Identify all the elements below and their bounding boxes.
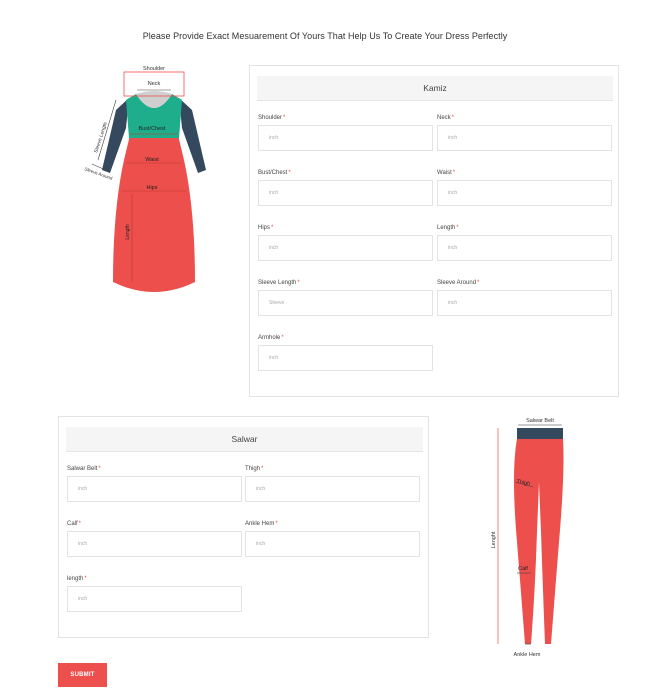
sleeve-around-label: Sleeve Around [437, 280, 477, 286]
label-shoulder: Shoulder [143, 66, 165, 72]
bust-label: Bust/Chest [258, 170, 288, 176]
neck-input[interactable] [437, 125, 612, 151]
field-sleeve-around: Sleeve Around* [437, 280, 612, 316]
field-bust: Bust/Chest* [258, 170, 433, 206]
field-hips: Hips* [258, 225, 433, 261]
waist-label: Waist [437, 170, 452, 176]
salwar-legs [514, 439, 564, 644]
ankle-hem-label: Ankle Hem [245, 521, 275, 527]
salwar-diagram: Salwar Belt Thigh Lenght Calf Ankle Hem [491, 418, 564, 658]
page-heading: Please Provide Exact Mesuarement Of Your… [142, 31, 508, 41]
bust-input[interactable] [258, 180, 433, 206]
shoulder-label: Shoulder [258, 115, 283, 121]
label-waist: Waist [145, 157, 159, 163]
sleeve-length-input[interactable] [258, 290, 433, 316]
label-salwar-belt: Salwar Belt [526, 418, 554, 424]
field-armhole: Armhole* [258, 335, 433, 371]
neck-label: Neck [437, 115, 451, 121]
armhole-input[interactable] [258, 345, 433, 371]
thigh-label: Thigh [245, 466, 261, 472]
salwar-title: Salwar [66, 427, 423, 452]
label-length: Length [125, 224, 131, 240]
label-neck: Neck [148, 81, 161, 87]
length-label: Length [437, 225, 456, 231]
label-hips: Hips [146, 185, 157, 191]
field-waist: Waist* [437, 170, 612, 206]
sleeve-length-label: Sleeve Length [258, 280, 297, 286]
label-bust: Bust/Chest [139, 126, 166, 132]
length-input[interactable] [437, 235, 612, 261]
field-sleeve-length: Sleeve Length* [258, 280, 433, 316]
field-neck: Neck* [437, 115, 612, 151]
field-salwar-belt: Salwar Belt* [67, 466, 242, 502]
waist-input[interactable] [437, 180, 612, 206]
kamiz-panel: Kamiz Shoulder* Neck* Bust/Chest* Waist*… [249, 65, 619, 397]
salwar-waistband [517, 428, 563, 439]
field-ankle-hem: Ankle Hem* [245, 521, 420, 557]
kamiz-diagram: Shoulder Neck Bust/Chest Waist Hips Leng… [84, 66, 206, 292]
submit-button[interactable]: SUBMIT [58, 663, 107, 687]
armhole-label: Armhole [258, 335, 281, 341]
field-length: Length* [437, 225, 612, 261]
thigh-input[interactable] [245, 476, 420, 502]
hips-label: Hips [258, 225, 271, 231]
salwar-belt-label: Salwar Belt [67, 466, 98, 472]
salwar-length-input[interactable] [67, 586, 242, 612]
kamiz-title: Kamiz [257, 76, 613, 101]
calf-label: Calf [67, 521, 78, 527]
sleeve-around-input[interactable] [437, 290, 612, 316]
ankle-hem-input[interactable] [245, 531, 420, 557]
calf-input[interactable] [67, 531, 242, 557]
hips-input[interactable] [258, 235, 433, 261]
field-salwar-length: length* [67, 576, 242, 612]
field-shoulder: Shoulder* [258, 115, 433, 151]
salwar-panel: Salwar Salwar Belt* Thigh* Calf* Ankle H… [58, 416, 429, 638]
salwar-length-label: length [67, 576, 84, 582]
field-thigh: Thigh* [245, 466, 420, 502]
shoulder-input[interactable] [258, 125, 433, 151]
label-calf: Calf [518, 566, 528, 572]
label-salwar-lenght: Lenght [491, 531, 497, 548]
label-ankle-hem: Ankle Hem [514, 652, 541, 658]
salwar-belt-input[interactable] [67, 476, 242, 502]
field-calf: Calf* [67, 521, 242, 557]
